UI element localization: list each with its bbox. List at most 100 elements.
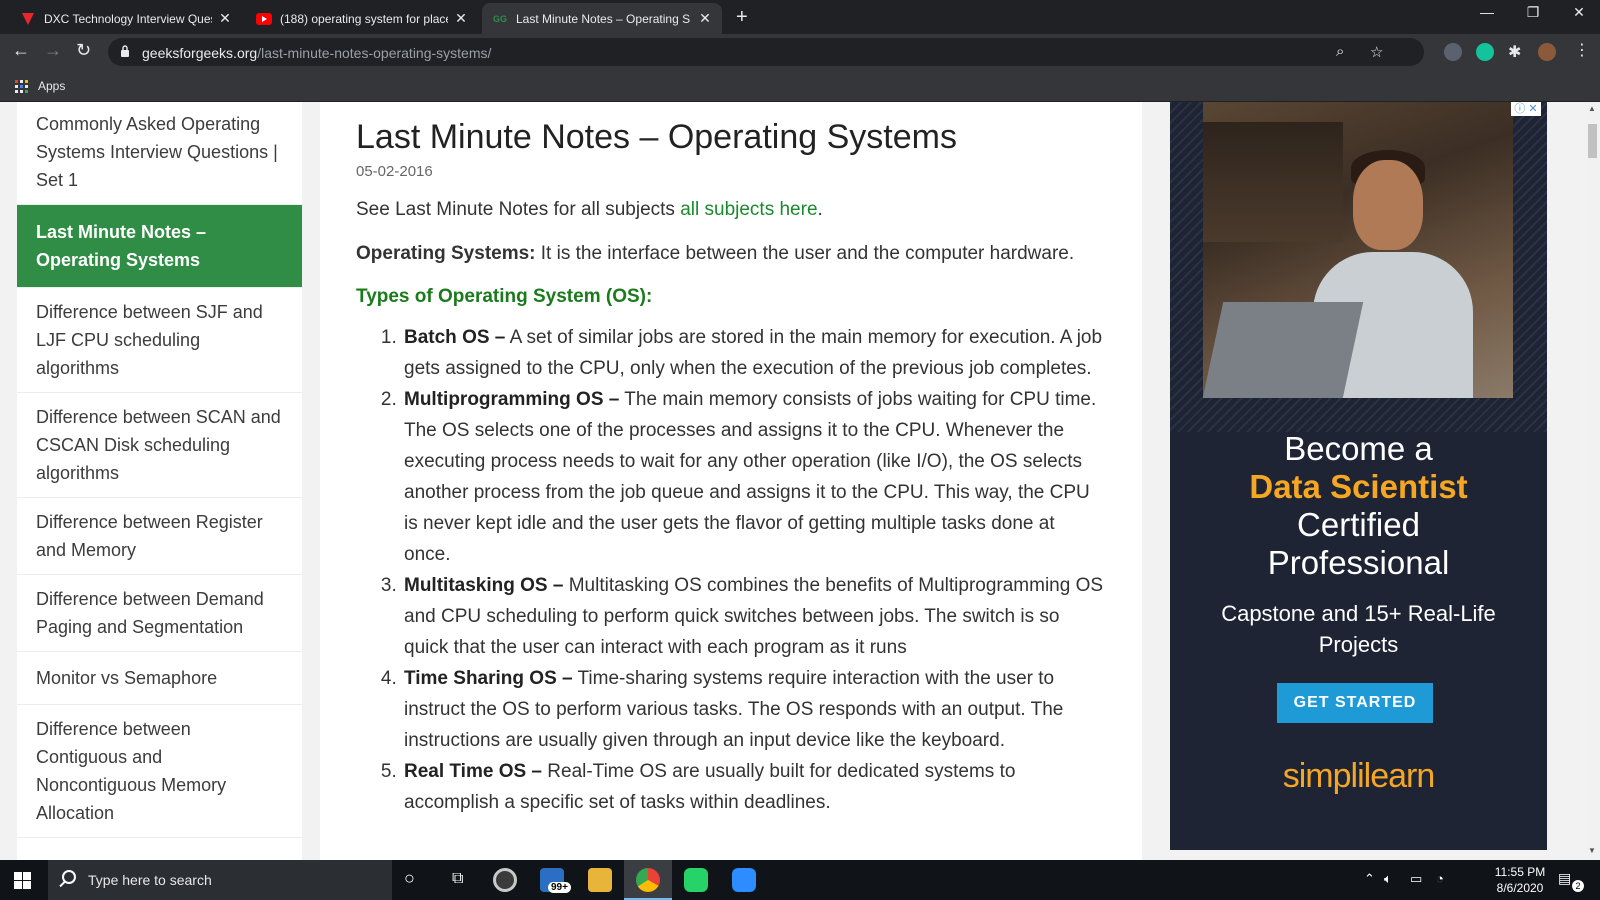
types-heading: Types of Operating System (OS): [356,286,653,307]
whatsapp-icon[interactable] [684,868,708,892]
tab-dxc[interactable]: DXC Technology Interview Quest ✕ [10,3,242,34]
scroll-thumb[interactable] [1588,124,1597,158]
ad-headline-4: Professional [1267,544,1450,581]
mail-badge: 99+ [548,882,571,893]
file-explorer-icon[interactable] [588,868,612,892]
scroll-down-icon[interactable]: ▼ [1588,846,1596,855]
tab-title: (188) operating system for place [280,11,448,26]
tab-gfg[interactable]: GG Last Minute Notes – Operating S ✕ [482,3,722,34]
get-started-button[interactable]: GET STARTED [1277,683,1433,723]
dxc-favicon [20,11,36,27]
browser-toolbar: ← → ↻ geeksforgeeks.org/last-minute-note… [0,34,1600,70]
profile-avatar[interactable] [1538,43,1556,61]
definition-term: Operating Systems: [356,243,536,264]
list-item: Time Sharing OS – Time-sharing systems r… [402,663,1106,756]
advertisement-banner[interactable]: ⓘ ✕ Become a Data Scientist Certified Pr… [1170,102,1547,850]
minimize-icon[interactable]: — [1464,4,1510,20]
bookmark-star-icon[interactable]: ☆ [1370,43,1383,61]
extensions-puzzle-icon[interactable]: ✱ [1508,42,1521,62]
related-articles-sidebar: Commonly Asked Operating Systems Intervi… [17,102,302,860]
taskbar-search[interactable]: Type here to search [48,860,392,900]
bookmarks-bar: Apps [0,70,1600,102]
page-scrollbar[interactable]: ▲ ▼ [1585,102,1600,860]
apps-bookmark[interactable]: Apps [38,79,65,93]
sidebar-item[interactable]: Commonly Asked Operating Systems Intervi… [17,102,302,205]
grammarly-icon[interactable] [1476,43,1494,61]
wifi-icon[interactable]: ◔ [1436,871,1444,886]
volume-icon[interactable]: 🔈︎ [1384,871,1392,887]
os-type-name: Multitasking OS – [404,575,564,596]
close-tab-icon[interactable]: ✕ [218,10,232,27]
os-type-name: Multiprogramming OS – [404,389,620,410]
system-clock[interactable]: 11:55 PM 8/6/2020 [1484,864,1556,896]
taskbar-search-placeholder: Type here to search [88,872,212,888]
sidebar-item[interactable]: Difference between Demand Paging and Seg… [17,575,302,652]
apps-grid-icon[interactable] [15,80,28,93]
zoom-app-icon[interactable] [732,868,756,892]
cortana-icon[interactable]: ○ [404,868,415,889]
zoom-icon[interactable]: ⌕ [1336,43,1344,60]
restore-icon[interactable]: ❐ [1510,4,1556,21]
windows-start-icon[interactable] [14,872,31,889]
simplilearn-logo: simplilearn [1282,757,1436,795]
all-subjects-link[interactable]: all subjects here [680,199,817,220]
close-tab-icon[interactable]: ✕ [698,10,712,27]
sidebar-item[interactable]: Difference between Register and Memory [17,498,302,575]
article-title: Last Minute Notes – Operating Systems [356,118,957,156]
ad-headline-3: Certified [1297,506,1420,543]
intro-text: See Last Minute Notes for all subjects [356,199,681,220]
new-tab-button[interactable]: + [736,6,748,29]
extension-owl-icon[interactable] [1444,43,1462,61]
os-types-list: Batch OS – A set of similar jobs are sto… [356,322,1106,818]
notification-count: 2 [1572,880,1584,892]
ad-photo [1203,102,1513,398]
lock-icon [121,45,129,57]
close-tab-icon[interactable]: ✕ [454,10,468,27]
back-arrow-icon[interactable]: ← [12,40,30,61]
ad-subtext: Capstone and 15+ Real-Life Projects [1221,601,1496,657]
sidebar-item[interactable]: Monitor vs Semaphore [17,652,302,705]
search-icon [62,870,76,884]
menu-kebab-icon[interactable]: ⋮ [1574,40,1590,60]
window-close-icon[interactable]: ✕ [1556,4,1600,21]
tab-youtube[interactable]: (188) operating system for place ✕ [246,3,478,34]
list-item: Multiprogramming OS – The main memory co… [402,384,1106,570]
article-date: 05-02-2016 [356,163,433,180]
intro-paragraph: See Last Minute Notes for all subjects a… [356,196,1106,224]
sidebar-item[interactable]: Difference between SCAN and CSCAN Disk s… [17,393,302,498]
tab-title: DXC Technology Interview Quest [44,11,212,26]
ad-choices-close-icon[interactable]: ⓘ ✕ [1511,102,1541,116]
os-type-name: Batch OS – [404,327,506,348]
tab-title: Last Minute Notes – Operating S [516,11,691,26]
definition-paragraph: Operating Systems: It is the interface b… [356,240,1106,268]
notification-center-icon[interactable]: ▤ [1558,870,1571,887]
os-type-name: Real Time OS – [404,761,542,782]
browser-tab-strip: DXC Technology Interview Quest ✕ (188) o… [0,0,1600,34]
task-view-icon[interactable]: ⧉ [452,870,463,888]
youtube-favicon [256,11,272,27]
address-bar[interactable]: geeksforgeeks.org/last-minute-notes-oper… [108,38,1424,66]
list-item: Real Time OS – Real-Time OS are usually … [402,756,1106,818]
sidebar-item[interactable]: Difference between SJF and LJF CPU sched… [17,288,302,393]
gfg-favicon: GG [492,13,507,24]
os-type-name: Time Sharing OS – [404,668,573,689]
os-type-desc: The main memory consists of jobs waiting… [404,389,1097,565]
url-host: geeksforgeeks.org [142,45,258,61]
reload-icon[interactable]: ↻ [76,40,91,61]
scroll-up-icon[interactable]: ▲ [1588,104,1596,113]
url-text: geeksforgeeks.org/last-minute-notes-oper… [142,45,491,61]
article-content: Last Minute Notes – Operating Systems 05… [320,102,1142,860]
battery-icon[interactable]: ▭ [1410,871,1422,887]
clock-time: 11:55 PM [1494,865,1546,879]
clock-date: 8/6/2020 [1496,881,1544,895]
forward-arrow-icon[interactable]: → [44,40,62,61]
sidebar-item-active[interactable]: Last Minute Notes – Operating Systems [17,205,302,288]
ad-headline-2: Data Scientist [1249,468,1468,505]
page-viewport: Commonly Asked Operating Systems Intervi… [0,102,1585,860]
os-type-desc: A set of similar jobs are stored in the … [404,327,1103,379]
chrome-icon[interactable] [636,868,660,892]
sidebar-item[interactable]: Difference between Contiguous and Noncon… [17,705,302,838]
url-path: /last-minute-notes-operating-systems/ [257,45,492,61]
obs-icon[interactable] [493,868,517,892]
tray-chevron-icon[interactable]: ⌃ [1364,871,1375,887]
